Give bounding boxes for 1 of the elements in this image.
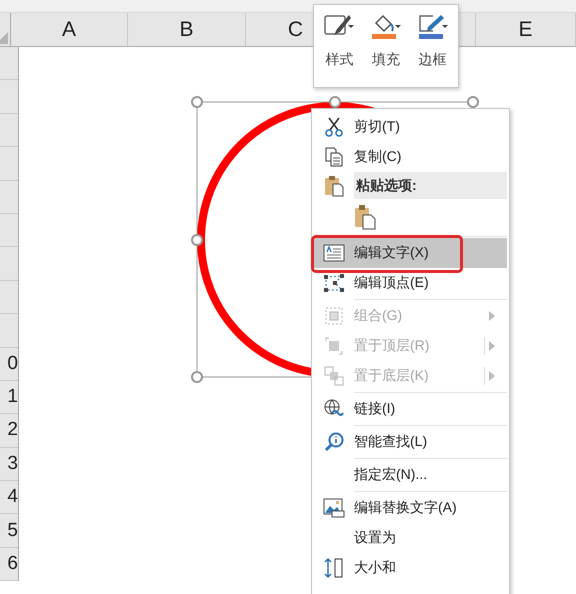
menu-section-header: 粘贴选项: bbox=[354, 172, 507, 199]
